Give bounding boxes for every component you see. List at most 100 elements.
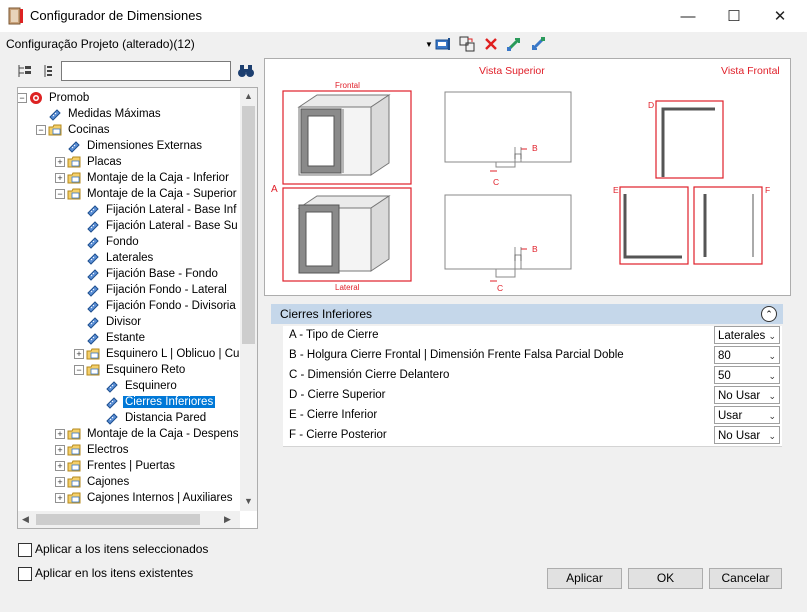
- property-value-select[interactable]: 80 ⌄: [714, 346, 780, 364]
- tree-expander-icon[interactable]: −: [18, 93, 27, 103]
- scroll-up-icon[interactable]: ▲: [244, 91, 253, 101]
- tree-item-label: Fijación Lateral - Base Su: [106, 220, 238, 232]
- tree-item[interactable]: Frentes | Puertas: [67, 458, 177, 474]
- save-config-icon[interactable]: [434, 36, 452, 52]
- tree-item[interactable]: Fondo: [86, 234, 141, 250]
- tree-item-label: Dimensiones Externas: [87, 140, 203, 152]
- tree-item-label: Estante: [106, 332, 145, 344]
- property-value: Usar: [718, 410, 743, 422]
- property-value: Laterales: [718, 330, 766, 342]
- tree-item[interactable]: Cajones Internos | Auxiliares: [67, 490, 235, 506]
- tree-vertical-scrollbar[interactable]: ▲ ▼: [240, 88, 257, 511]
- tree-item[interactable]: Electros: [67, 442, 131, 458]
- tree-item-label: Placas: [87, 156, 122, 168]
- tree-item[interactable]: Esquinero Reto: [86, 362, 187, 378]
- ok-button[interactable]: OK: [628, 568, 703, 589]
- tree-item[interactable]: Esquinero L | Oblicuo | Cu: [86, 346, 241, 362]
- ruler-icon: [67, 139, 81, 153]
- tree-horizontal-scrollbar[interactable]: ◀ ▶: [18, 511, 240, 528]
- tree-expander-icon[interactable]: +: [55, 461, 65, 471]
- chevron-down-icon[interactable]: ⌄: [768, 327, 776, 345]
- tree-item-label: Esquinero L | Oblicuo | Cu: [106, 348, 240, 360]
- close-button[interactable]: ✕: [757, 0, 803, 32]
- tree-item[interactable]: Estante: [86, 330, 147, 346]
- tree-item[interactable]: Promob: [29, 90, 91, 106]
- tree-item[interactable]: Cajones: [67, 474, 131, 490]
- expand-all-icon[interactable]: [17, 63, 33, 79]
- tree-item[interactable]: Esquinero: [105, 378, 179, 394]
- tree-expander-icon[interactable]: −: [55, 189, 65, 199]
- tree-expander-icon[interactable]: −: [74, 365, 84, 375]
- scroll-down-icon[interactable]: ▼: [244, 496, 253, 506]
- folder-icon: [86, 347, 100, 361]
- tree-item-label: Promob: [49, 92, 90, 104]
- hscrollbar-thumb[interactable]: [36, 514, 200, 525]
- property-value: No Usar: [718, 390, 761, 402]
- vista-frontal-label: Vista Frontal: [721, 65, 780, 77]
- property-value-select[interactable]: 50 ⌄: [714, 366, 780, 384]
- tree-expander-icon[interactable]: +: [55, 157, 65, 167]
- tree-item[interactable]: Laterales: [86, 250, 155, 266]
- property-label: A - Tipo de Cierre: [289, 329, 379, 341]
- tree-expander-icon[interactable]: +: [55, 429, 65, 439]
- property-row: B - Holgura Cierre Frontal | Dimensión F…: [283, 346, 782, 367]
- tree-expander-icon[interactable]: +: [55, 477, 65, 487]
- chevron-down-icon[interactable]: ⌄: [768, 407, 776, 425]
- tree-item[interactable]: Fijación Fondo - Lateral: [86, 282, 229, 298]
- chevron-down-icon[interactable]: ⌄: [768, 427, 776, 445]
- scrollbar-thumb[interactable]: [242, 106, 255, 344]
- binoculars-search-icon[interactable]: [237, 63, 255, 79]
- copy-config-icon[interactable]: [458, 36, 476, 52]
- section-header[interactable]: Cierres Inferiores ⌃: [271, 304, 783, 324]
- chevron-down-icon[interactable]: ⌄: [768, 367, 776, 385]
- dimension-preview-panel: Vista Superior Vista Frontal Frontal Lat…: [264, 58, 791, 296]
- chevron-down-icon[interactable]: ⌄: [768, 347, 776, 365]
- tree-item[interactable]: Montaje de la Caja - Despens: [67, 426, 241, 442]
- tree-item[interactable]: Fijación Fondo - Divisoria: [86, 298, 238, 314]
- export-icon[interactable]: [529, 36, 547, 52]
- tree-item[interactable]: Distancia Pared: [105, 410, 208, 426]
- ruler-icon: [105, 395, 119, 409]
- property-value-select[interactable]: Laterales ⌄: [714, 326, 780, 344]
- tree-item[interactable]: Cierres Inferiores: [105, 394, 216, 410]
- collapse-section-icon[interactable]: ⌃: [761, 306, 777, 322]
- folder-icon: [67, 443, 81, 457]
- tree-item[interactable]: Divisor: [86, 314, 143, 330]
- tree-item-label: Cierres Inferiores: [123, 396, 216, 408]
- search-input[interactable]: [61, 61, 231, 81]
- folder-icon: [67, 427, 81, 441]
- minimize-button[interactable]: —: [665, 0, 711, 32]
- delete-icon[interactable]: [482, 36, 500, 52]
- top-view-1: B C: [444, 91, 572, 187]
- scroll-right-icon[interactable]: ▶: [224, 514, 231, 525]
- tree-item-label: Fijación Base - Fondo: [106, 268, 218, 280]
- tree-expander-icon[interactable]: +: [55, 173, 65, 183]
- tree-expander-icon[interactable]: +: [55, 493, 65, 503]
- chevron-down-icon[interactable]: ⌄: [768, 387, 776, 405]
- apply-selected-checkbox[interactable]: [18, 543, 32, 557]
- apply-existing-checkbox[interactable]: [18, 567, 32, 581]
- tree-expander-icon[interactable]: +: [55, 445, 65, 455]
- property-value-select[interactable]: No Usar ⌄: [714, 386, 780, 404]
- tree-item[interactable]: Fijación Base - Fondo: [86, 266, 220, 282]
- property-value-select[interactable]: No Usar ⌄: [714, 426, 780, 444]
- tree-expander-icon[interactable]: −: [36, 125, 46, 135]
- tree-item[interactable]: Placas: [67, 154, 124, 170]
- import-icon[interactable]: [505, 36, 523, 52]
- tree-item[interactable]: Montaje de la Caja - Superior: [67, 186, 239, 202]
- tree-expander-icon[interactable]: +: [74, 349, 84, 359]
- tree-item[interactable]: Dimensiones Externas: [67, 138, 204, 154]
- collapse-all-icon[interactable]: [40, 63, 56, 79]
- maximize-button[interactable]: ☐: [711, 0, 757, 32]
- property-value-select[interactable]: Usar ⌄: [714, 406, 780, 424]
- scroll-left-icon[interactable]: ◀: [22, 514, 29, 525]
- tree-item[interactable]: Fijación Lateral - Base Su: [86, 218, 240, 234]
- tree-item[interactable]: Cocinas: [48, 122, 112, 138]
- cancel-button[interactable]: Cancelar: [709, 568, 782, 589]
- category-tree[interactable]: − Promob Medidas Máximas − Cocinas Dimensione…: [17, 87, 258, 529]
- section-title: Cierres Inferiores: [280, 307, 373, 321]
- apply-button[interactable]: Aplicar: [547, 568, 622, 589]
- tree-item[interactable]: Fijación Lateral - Base Inf: [86, 202, 238, 218]
- tree-item[interactable]: Medidas Máximas: [48, 106, 163, 122]
- tree-item[interactable]: Montaje de la Caja - Inferior: [67, 170, 231, 186]
